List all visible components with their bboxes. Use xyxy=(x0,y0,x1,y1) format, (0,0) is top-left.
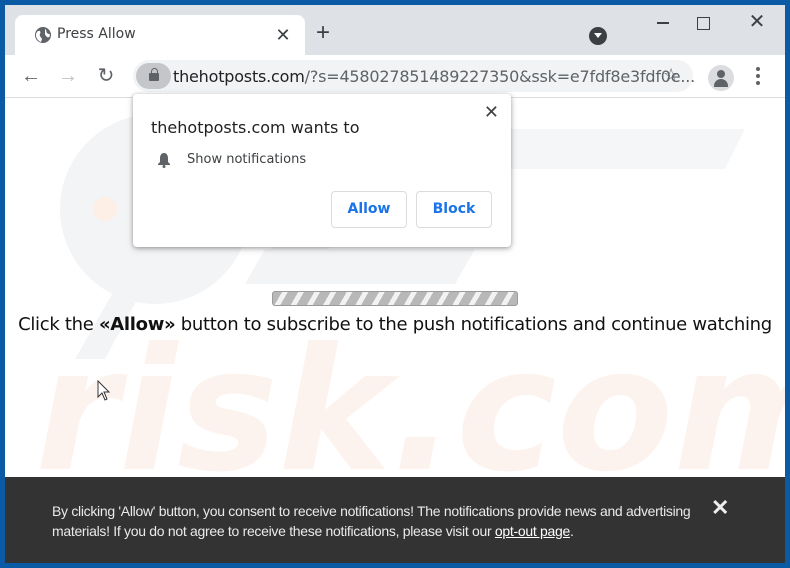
url-path: /?s=458027851489227350&ssk=e7fdf8e3fdf0e… xyxy=(304,67,696,86)
block-button[interactable]: Block xyxy=(416,191,492,228)
browser-toolbar: ← → ↻ thehotposts.com/?s=458027851489227… xyxy=(5,55,785,98)
minimize-button[interactable] xyxy=(648,11,678,35)
banner-close-icon[interactable]: ✕ xyxy=(711,495,729,521)
watermark-text: risk.com xyxy=(35,312,785,477)
kebab-menu-icon[interactable] xyxy=(750,67,766,87)
url-domain: thehotposts.com xyxy=(173,67,305,86)
lock-icon xyxy=(149,68,159,81)
tab-search-icon[interactable] xyxy=(589,27,607,45)
tab-strip: Press Allow ✕ + ✕ xyxy=(5,5,785,55)
reload-button[interactable]: ↻ xyxy=(92,63,120,91)
allow-button[interactable]: Allow xyxy=(331,191,407,228)
consent-banner: By clicking 'Allow' button, you consent … xyxy=(5,477,785,563)
profile-avatar-icon[interactable] xyxy=(708,65,734,91)
progress-bar xyxy=(272,291,518,306)
browser-window: Press Allow ✕ + ✕ ← → ↻ thehotposts.com/… xyxy=(5,5,785,563)
banner-text: By clicking 'Allow' button, you consent … xyxy=(52,501,692,541)
permission-label: Show notifications xyxy=(187,152,307,167)
mouse-cursor-icon xyxy=(97,380,111,401)
opt-out-link[interactable]: opt-out page xyxy=(495,523,570,539)
bookmark-star-icon[interactable]: ☆ xyxy=(663,65,679,86)
site-info-button[interactable] xyxy=(136,63,171,89)
popup-title: thehotposts.com wants to xyxy=(151,118,360,137)
back-button[interactable]: ← xyxy=(17,63,45,91)
tab-press-allow[interactable]: Press Allow ✕ xyxy=(15,15,305,55)
globe-icon xyxy=(35,27,51,43)
message-allow-emphasis: «Allow» xyxy=(98,314,176,335)
maximize-button[interactable] xyxy=(688,11,718,35)
popup-close-icon[interactable]: ✕ xyxy=(484,102,499,123)
banner-message: By clicking 'Allow' button, you consent … xyxy=(52,503,691,539)
bell-icon xyxy=(158,153,170,168)
message-part: button to subscribe to the push notifica… xyxy=(175,314,772,335)
address-bar[interactable]: thehotposts.com/?s=458027851489227350&ss… xyxy=(133,60,695,92)
banner-period: . xyxy=(569,523,574,539)
new-tab-button[interactable]: + xyxy=(311,21,335,46)
tab-close-icon[interactable]: ✕ xyxy=(273,25,293,45)
notification-permission-popup: ✕ thehotposts.com wants to Show notifica… xyxy=(133,94,511,247)
instruction-message: Click the «Allow» button to subscribe to… xyxy=(5,314,785,335)
url-text[interactable]: thehotposts.com/?s=458027851489227350&ss… xyxy=(173,67,695,86)
forward-button[interactable]: → xyxy=(54,63,82,91)
message-part: Click the xyxy=(18,314,99,335)
window-close-button[interactable]: ✕ xyxy=(742,11,772,35)
tab-title: Press Allow xyxy=(57,26,136,42)
